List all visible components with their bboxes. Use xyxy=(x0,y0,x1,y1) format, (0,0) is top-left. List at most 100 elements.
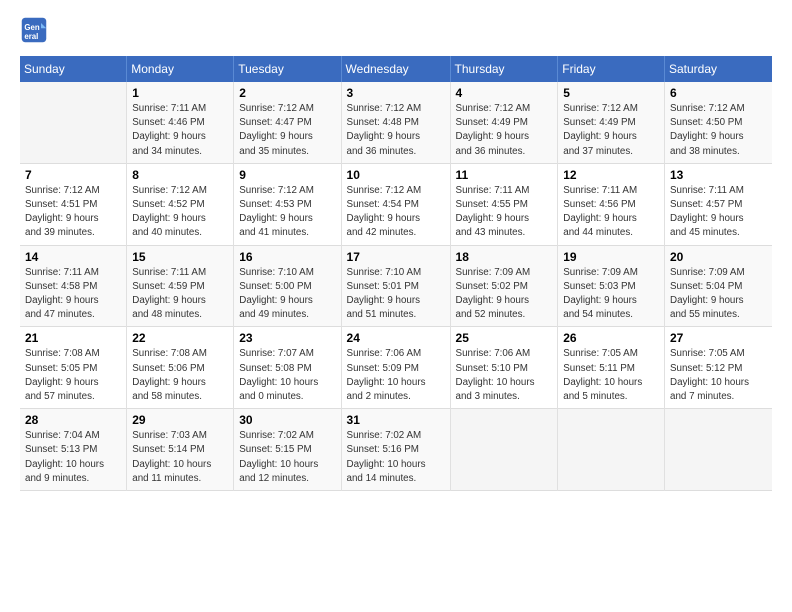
calendar-cell: 31Sunrise: 7:02 AM Sunset: 5:16 PM Dayli… xyxy=(341,409,450,491)
calendar-cell: 8 Sunrise: 7:12 AM Sunset: 4:52 PM Daylig… xyxy=(127,163,234,245)
calendar-cell xyxy=(558,409,665,491)
day-info: Sunrise: 7:12 AM Sunset: 4:54 PM Dayligh… xyxy=(347,184,445,241)
day-number: 21 xyxy=(25,331,121,345)
calendar-cell: 30Sunrise: 7:02 AM Sunset: 5:15 PM Dayli… xyxy=(234,409,341,491)
day-number: 10 xyxy=(347,168,445,182)
day-info: Sunrise: 7:12 AM Sunset: 4:52 PM Dayligh… xyxy=(132,184,228,241)
calendar-cell: 18Sunrise: 7:09 AM Sunset: 5:02 PM Dayli… xyxy=(450,245,558,327)
day-number: 17 xyxy=(347,250,445,264)
col-header-sunday: Sunday xyxy=(20,56,127,82)
calendar-cell: 20 Sunrise: 7:09 AM Sunset: 5:04 PM Dayli… xyxy=(665,245,773,327)
calendar-cell: 1 Sunrise: 7:11 AM Sunset: 4:46 PM Daylig… xyxy=(127,82,234,163)
day-number: 26 xyxy=(563,331,659,345)
calendar-cell: 23 Sunrise: 7:07 AM Sunset: 5:08 PM Dayli… xyxy=(234,327,341,409)
page: Gen eral SundayMondayTuesdayWednesdayThu… xyxy=(0,0,792,501)
calendar-cell: 12 Sunrise: 7:11 AM Sunset: 4:56 PM Dayli… xyxy=(558,163,665,245)
calendar-cell: 29Sunrise: 7:03 AM Sunset: 5:14 PM Dayli… xyxy=(127,409,234,491)
day-info: Sunrise: 7:10 AM Sunset: 5:01 PM Dayligh… xyxy=(347,266,445,323)
header-row: SundayMondayTuesdayWednesdayThursdayFrid… xyxy=(20,56,772,82)
day-info: Sunrise: 7:08 AM Sunset: 5:05 PM Dayligh… xyxy=(25,347,121,404)
svg-text:Gen: Gen xyxy=(24,23,39,32)
day-number: 1 xyxy=(132,86,228,100)
day-number: 13 xyxy=(670,168,767,182)
day-info: Sunrise: 7:11 AM Sunset: 4:55 PM Dayligh… xyxy=(456,184,553,241)
day-number: 3 xyxy=(347,86,445,100)
calendar-cell xyxy=(20,82,127,163)
calendar-cell: 15 Sunrise: 7:11 AM Sunset: 4:59 PM Dayli… xyxy=(127,245,234,327)
calendar-cell: 2 Sunrise: 7:12 AM Sunset: 4:47 PM Daylig… xyxy=(234,82,341,163)
calendar-row: 7Sunrise: 7:12 AM Sunset: 4:51 PM Daylig… xyxy=(20,163,772,245)
calendar-cell: 25Sunrise: 7:06 AM Sunset: 5:10 PM Dayli… xyxy=(450,327,558,409)
calendar-cell xyxy=(665,409,773,491)
day-info: Sunrise: 7:11 AM Sunset: 4:58 PM Dayligh… xyxy=(25,266,121,323)
calendar-cell xyxy=(450,409,558,491)
svg-text:eral: eral xyxy=(24,32,38,41)
calendar-cell: 3 Sunrise: 7:12 AM Sunset: 4:48 PM Daylig… xyxy=(341,82,450,163)
day-info: Sunrise: 7:12 AM Sunset: 4:49 PM Dayligh… xyxy=(456,102,553,159)
day-info: Sunrise: 7:12 AM Sunset: 4:51 PM Dayligh… xyxy=(25,184,121,241)
day-number: 29 xyxy=(132,413,228,427)
calendar-cell: 26Sunrise: 7:05 AM Sunset: 5:11 PM Dayli… xyxy=(558,327,665,409)
day-info: Sunrise: 7:02 AM Sunset: 5:16 PM Dayligh… xyxy=(347,429,445,486)
calendar-cell: 7Sunrise: 7:12 AM Sunset: 4:51 PM Daylig… xyxy=(20,163,127,245)
day-number: 23 xyxy=(239,331,335,345)
calendar-cell: 21 Sunrise: 7:08 AM Sunset: 5:05 PM Dayli… xyxy=(20,327,127,409)
calendar-cell: 17 Sunrise: 7:10 AM Sunset: 5:01 PM Dayli… xyxy=(341,245,450,327)
day-number: 25 xyxy=(456,331,553,345)
calendar-row: 14Sunrise: 7:11 AM Sunset: 4:58 PM Dayli… xyxy=(20,245,772,327)
day-number: 24 xyxy=(347,331,445,345)
col-header-friday: Friday xyxy=(558,56,665,82)
calendar-cell: 22 Sunrise: 7:08 AM Sunset: 5:06 PM Dayli… xyxy=(127,327,234,409)
day-number: 8 xyxy=(132,168,228,182)
day-info: Sunrise: 7:11 AM Sunset: 4:46 PM Dayligh… xyxy=(132,102,228,159)
calendar-cell: 27 Sunrise: 7:05 AM Sunset: 5:12 PM Dayli… xyxy=(665,327,773,409)
day-number: 4 xyxy=(456,86,553,100)
day-info: Sunrise: 7:06 AM Sunset: 5:09 PM Dayligh… xyxy=(347,347,445,404)
day-info: Sunrise: 7:09 AM Sunset: 5:02 PM Dayligh… xyxy=(456,266,553,323)
calendar-cell: 14Sunrise: 7:11 AM Sunset: 4:58 PM Dayli… xyxy=(20,245,127,327)
calendar-row: 28 Sunrise: 7:04 AM Sunset: 5:13 PM Dayli… xyxy=(20,409,772,491)
day-info: Sunrise: 7:09 AM Sunset: 5:03 PM Dayligh… xyxy=(563,266,659,323)
day-number: 5 xyxy=(563,86,659,100)
day-info: Sunrise: 7:12 AM Sunset: 4:47 PM Dayligh… xyxy=(239,102,335,159)
calendar-cell: 13Sunrise: 7:11 AM Sunset: 4:57 PM Dayli… xyxy=(665,163,773,245)
day-info: Sunrise: 7:08 AM Sunset: 5:06 PM Dayligh… xyxy=(132,347,228,404)
day-number: 20 xyxy=(670,250,767,264)
day-number: 11 xyxy=(456,168,553,182)
day-number: 12 xyxy=(563,168,659,182)
day-info: Sunrise: 7:10 AM Sunset: 5:00 PM Dayligh… xyxy=(239,266,335,323)
calendar-row: 21 Sunrise: 7:08 AM Sunset: 5:05 PM Dayli… xyxy=(20,327,772,409)
col-header-tuesday: Tuesday xyxy=(234,56,341,82)
day-info: Sunrise: 7:12 AM Sunset: 4:50 PM Dayligh… xyxy=(670,102,767,159)
calendar-row: 1 Sunrise: 7:11 AM Sunset: 4:46 PM Daylig… xyxy=(20,82,772,163)
day-info: Sunrise: 7:12 AM Sunset: 4:49 PM Dayligh… xyxy=(563,102,659,159)
day-number: 9 xyxy=(239,168,335,182)
calendar-cell: 24 Sunrise: 7:06 AM Sunset: 5:09 PM Dayli… xyxy=(341,327,450,409)
day-number: 27 xyxy=(670,331,767,345)
col-header-monday: Monday xyxy=(127,56,234,82)
calendar-cell: 10 Sunrise: 7:12 AM Sunset: 4:54 PM Dayli… xyxy=(341,163,450,245)
day-info: Sunrise: 7:11 AM Sunset: 4:59 PM Dayligh… xyxy=(132,266,228,323)
day-info: Sunrise: 7:02 AM Sunset: 5:15 PM Dayligh… xyxy=(239,429,335,486)
calendar-cell: 19 Sunrise: 7:09 AM Sunset: 5:03 PM Dayli… xyxy=(558,245,665,327)
day-info: Sunrise: 7:04 AM Sunset: 5:13 PM Dayligh… xyxy=(25,429,121,486)
day-number: 22 xyxy=(132,331,228,345)
calendar-table: SundayMondayTuesdayWednesdayThursdayFrid… xyxy=(20,56,772,491)
day-number: 2 xyxy=(239,86,335,100)
day-info: Sunrise: 7:09 AM Sunset: 5:04 PM Dayligh… xyxy=(670,266,767,323)
calendar-cell: 9 Sunrise: 7:12 AM Sunset: 4:53 PM Daylig… xyxy=(234,163,341,245)
header: Gen eral xyxy=(20,16,772,44)
calendar-cell: 11 Sunrise: 7:11 AM Sunset: 4:55 PM Dayli… xyxy=(450,163,558,245)
day-info: Sunrise: 7:05 AM Sunset: 5:12 PM Dayligh… xyxy=(670,347,767,404)
day-number: 6 xyxy=(670,86,767,100)
day-number: 16 xyxy=(239,250,335,264)
day-number: 19 xyxy=(563,250,659,264)
day-info: Sunrise: 7:07 AM Sunset: 5:08 PM Dayligh… xyxy=(239,347,335,404)
day-info: Sunrise: 7:12 AM Sunset: 4:53 PM Dayligh… xyxy=(239,184,335,241)
day-number: 28 xyxy=(25,413,121,427)
calendar-cell: 16 Sunrise: 7:10 AM Sunset: 5:00 PM Dayli… xyxy=(234,245,341,327)
day-info: Sunrise: 7:12 AM Sunset: 4:48 PM Dayligh… xyxy=(347,102,445,159)
day-info: Sunrise: 7:11 AM Sunset: 4:56 PM Dayligh… xyxy=(563,184,659,241)
calendar-cell: 5 Sunrise: 7:12 AM Sunset: 4:49 PM Daylig… xyxy=(558,82,665,163)
day-number: 15 xyxy=(132,250,228,264)
